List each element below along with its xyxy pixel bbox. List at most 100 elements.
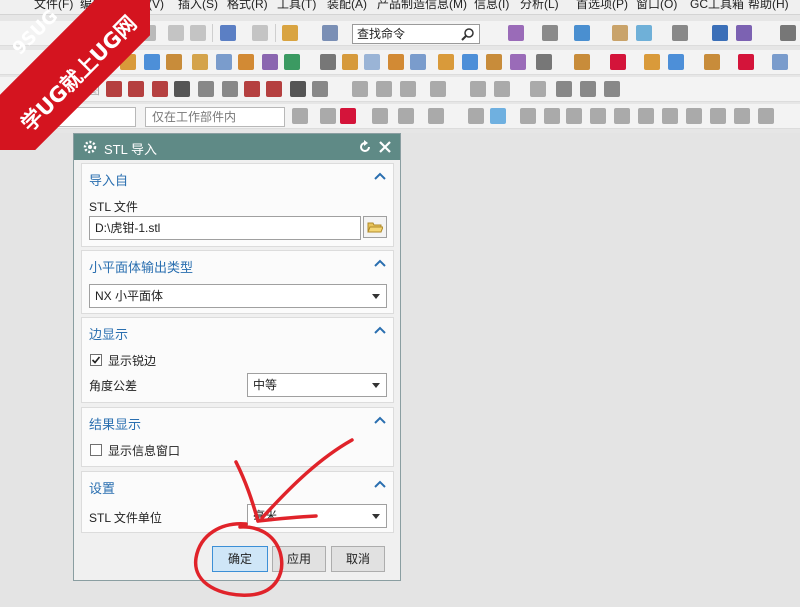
surface-icon[interactable] — [438, 54, 454, 70]
orient-icon[interactable] — [736, 25, 752, 41]
circle-icon[interactable] — [174, 81, 190, 97]
angle-tolerance-select[interactable]: 中等 — [247, 373, 387, 397]
intersection-icon[interactable] — [590, 108, 606, 124]
show-info-window-checkbox[interactable] — [90, 444, 102, 456]
menu-window[interactable]: 窗口(O) — [636, 0, 677, 12]
curve-point-icon[interactable] — [614, 108, 630, 124]
menu-format[interactable]: 格式(R) — [227, 0, 268, 12]
more-icon[interactable] — [780, 25, 796, 41]
assembly-icon[interactable] — [574, 54, 590, 70]
dimension-icon[interactable] — [430, 81, 446, 97]
view-icon[interactable] — [636, 25, 652, 41]
extrude-icon[interactable] — [120, 54, 136, 70]
corner-icon[interactable] — [222, 81, 238, 97]
polygon-icon[interactable] — [266, 81, 282, 97]
menu-edit[interactable]: 编辑(E) — [80, 0, 120, 12]
blend-icon[interactable] — [238, 54, 254, 70]
control-point-icon[interactable] — [566, 108, 582, 124]
revolve-icon[interactable] — [144, 54, 160, 70]
display-icon[interactable] — [542, 25, 558, 41]
shade-icon[interactable] — [574, 25, 590, 41]
project-curve-icon[interactable] — [604, 81, 620, 97]
pocket-icon[interactable] — [216, 54, 232, 70]
menu-tools[interactable]: 工具(T) — [277, 0, 316, 12]
dialog-title-bar[interactable]: STL 导入 — [74, 134, 400, 160]
existing-point-icon[interactable] — [710, 108, 726, 124]
selection-scope-select[interactable]: 仅在工作部件内 — [145, 107, 285, 127]
profile-icon[interactable] — [106, 81, 122, 97]
wcs-icon[interactable] — [612, 25, 628, 41]
drafting-icon[interactable] — [738, 54, 754, 70]
sweep-icon[interactable] — [462, 54, 478, 70]
rectangle-icon[interactable] — [244, 81, 260, 97]
quick-extend-icon[interactable] — [376, 81, 392, 97]
component-icon[interactable] — [644, 54, 660, 70]
chevron-up-icon[interactable] — [373, 257, 387, 269]
filter-icon[interactable] — [340, 108, 356, 124]
analysis-icon[interactable] — [772, 54, 788, 70]
section-title-edge-display[interactable]: 边显示 — [89, 324, 128, 343]
show-constraints-icon[interactable] — [494, 81, 510, 97]
quadrant-icon[interactable] — [662, 108, 678, 124]
trim-icon[interactable] — [364, 54, 380, 70]
end-point-icon[interactable] — [520, 108, 536, 124]
menu-analysis[interactable]: 分析(L) — [520, 0, 559, 12]
sketch-icon[interactable] — [320, 54, 336, 70]
snap-icon[interactable] — [320, 108, 336, 124]
line-icon[interactable] — [128, 81, 144, 97]
subtract-icon[interactable] — [410, 54, 426, 70]
undo-icon[interactable] — [220, 25, 236, 41]
point-icon[interactable] — [290, 81, 306, 97]
menu-pmi[interactable]: 产品制造信息(M) — [377, 0, 467, 12]
chevron-up-icon[interactable] — [373, 414, 387, 426]
chevron-up-icon[interactable] — [373, 170, 387, 182]
stl-file-path-field[interactable]: D:\虎钳-1.stl — [89, 216, 361, 240]
menu-insert[interactable]: 插入(S) — [178, 0, 218, 12]
search-icon[interactable] — [461, 27, 475, 41]
repeat-command-icon[interactable] — [282, 25, 298, 41]
ok-button[interactable]: 确定 — [212, 546, 268, 572]
stl-unit-select[interactable]: 毫米 — [247, 504, 387, 528]
unite-icon[interactable] — [388, 54, 404, 70]
offset-curve-icon[interactable] — [312, 81, 328, 97]
paste-icon[interactable] — [190, 25, 206, 41]
menu-help[interactable]: 帮助(H) — [748, 0, 789, 12]
point-on-curve-icon[interactable] — [734, 108, 750, 124]
explode-icon[interactable] — [668, 54, 684, 70]
menu-information[interactable]: 信息(I) — [474, 0, 509, 12]
cancel-button[interactable]: 取消 — [331, 546, 385, 572]
part-select-icon[interactable] — [490, 108, 506, 124]
close-icon[interactable] — [378, 140, 392, 154]
move-icon[interactable] — [712, 25, 728, 41]
make-corner-icon[interactable] — [400, 81, 416, 97]
tangent-icon[interactable] — [686, 108, 702, 124]
chamfer-icon[interactable] — [262, 54, 278, 70]
command-search-input[interactable]: 查找命令 — [352, 24, 480, 44]
hole-icon[interactable] — [166, 54, 182, 70]
fillet-icon[interactable] — [198, 81, 214, 97]
section-title-import-from[interactable]: 导入自 — [89, 170, 128, 189]
section-title-facet-output-type[interactable]: 小平面体输出类型 — [89, 257, 193, 276]
body-select-icon[interactable] — [468, 108, 484, 124]
mesh-icon[interactable] — [486, 54, 502, 70]
reset-icon[interactable] — [358, 140, 372, 154]
copy-icon[interactable] — [168, 25, 184, 41]
type-filter-select[interactable] — [0, 107, 136, 127]
select-all-icon[interactable] — [292, 108, 308, 124]
menu-assembly[interactable]: 装配(A) — [327, 0, 367, 12]
menu-preferences[interactable]: 首选项(P) — [576, 0, 628, 12]
geometric-constraint-icon[interactable] — [470, 81, 486, 97]
pattern-icon[interactable] — [704, 54, 720, 70]
section-title-result-display[interactable]: 结果显示 — [89, 414, 141, 433]
mirror-curve-icon[interactable] — [580, 81, 596, 97]
deselect-icon[interactable] — [372, 108, 388, 124]
offset-icon[interactable] — [510, 54, 526, 70]
show-sharp-edges-label[interactable]: 显示锐边 — [108, 352, 156, 369]
menu-file[interactable]: 文件(F) — [34, 0, 73, 12]
datum-icon[interactable] — [284, 54, 300, 70]
constraint-icon[interactable] — [610, 54, 626, 70]
chevron-up-icon[interactable] — [373, 324, 387, 336]
pattern-curve-icon[interactable] — [556, 81, 572, 97]
show-sharp-edges-checkbox[interactable] — [90, 354, 102, 366]
show-info-window-label[interactable]: 显示信息窗口 — [108, 442, 180, 459]
